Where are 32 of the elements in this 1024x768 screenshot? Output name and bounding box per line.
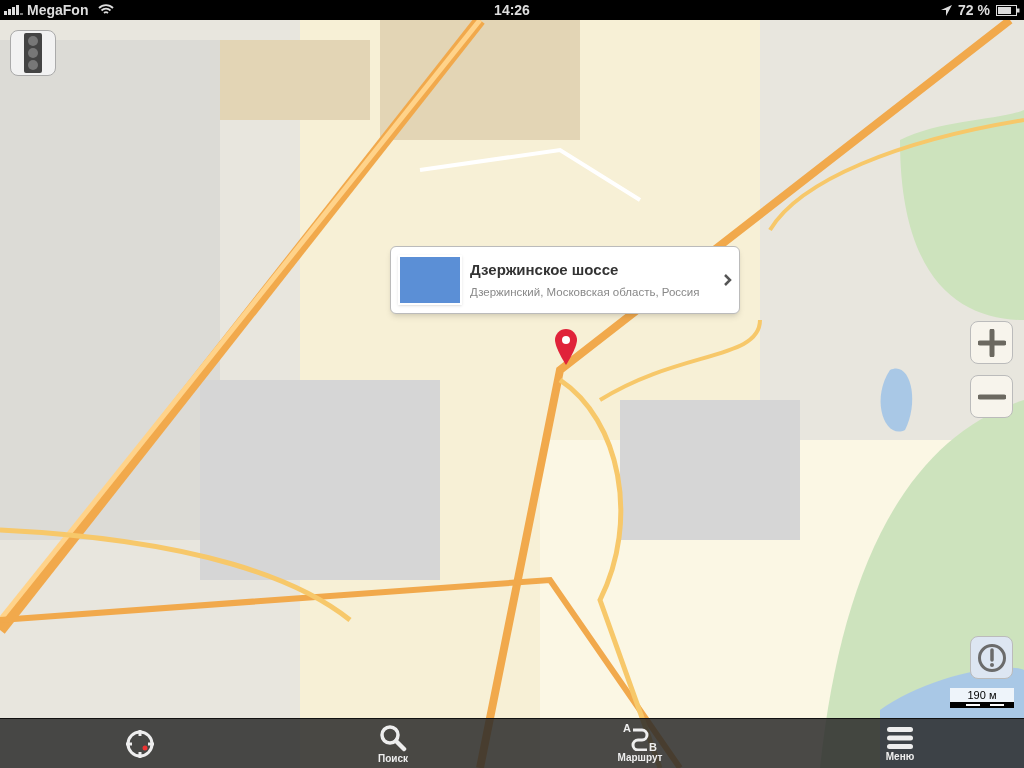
route-tab[interactable]: A B Маршрут <box>610 719 670 768</box>
photo-placeholder <box>398 255 462 305</box>
traffic-light-icon <box>24 33 42 73</box>
signal-icon <box>4 5 24 15</box>
zoom-in-button[interactable] <box>970 321 1013 364</box>
route-letter: A <box>623 722 631 734</box>
search-icon <box>379 723 407 752</box>
clock: 14:26 <box>494 0 530 20</box>
menu-icon <box>886 725 914 750</box>
carrier-name: MegaFon <box>27 0 89 20</box>
map-pin-icon <box>554 328 578 366</box>
search-tab[interactable]: Поиск <box>363 719 423 768</box>
menu-tab[interactable]: Меню <box>870 719 930 768</box>
traffic-button[interactable] <box>10 30 56 76</box>
scale-bar-icon <box>950 702 1014 708</box>
place-address: Дзержинский, Московская область, Россия <box>470 285 700 301</box>
report-button[interactable] <box>970 636 1013 679</box>
minus-icon <box>977 392 1006 401</box>
exclamation-icon <box>976 642 1007 673</box>
pond-shape <box>880 368 913 432</box>
wifi-icon <box>98 4 115 16</box>
battery-percent: 72 % <box>958 0 990 20</box>
place-popup[interactable]: Дзержинское шоссе Дзержинский, Московская область, Россия <box>390 246 740 314</box>
route-letter: B <box>649 741 657 753</box>
place-title: Дзержинское шоссе <box>470 259 620 280</box>
battery-icon <box>996 4 1020 16</box>
compass-icon <box>125 729 155 759</box>
zoom-out-button[interactable] <box>970 375 1013 418</box>
location-arrow-icon <box>941 4 953 16</box>
scale-label: 190 м <box>950 688 1014 702</box>
chevron-right-icon <box>724 274 732 286</box>
plus-icon <box>977 328 1006 357</box>
